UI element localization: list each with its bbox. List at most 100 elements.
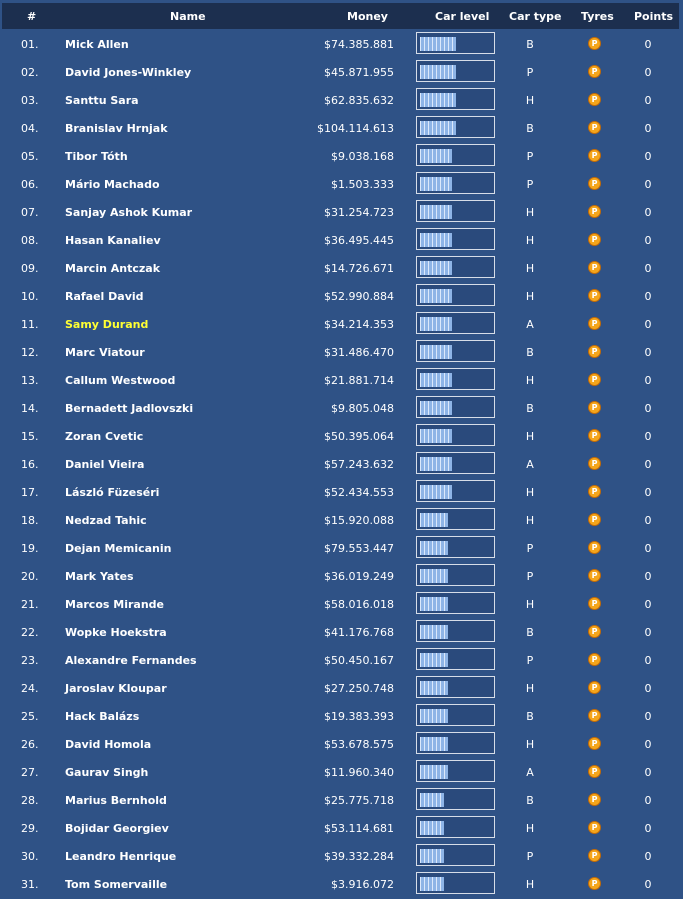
driver-money: $52.434.553: [324, 486, 394, 499]
driver-name-link[interactable]: Mark Yates: [65, 570, 134, 583]
car-type: H: [525, 430, 535, 443]
driver-points: 0: [644, 794, 652, 807]
driver-name-link[interactable]: David Homola: [65, 738, 151, 751]
header-car-type: Car type: [509, 10, 562, 23]
driver-name-link[interactable]: Hasan Kanaliev: [65, 234, 161, 247]
table-row: 25. Hack Balázs $19.383.393 B P 0: [0, 702, 683, 730]
driver-name-link[interactable]: Dejan Memicanin: [65, 542, 171, 555]
driver-points: 0: [644, 374, 652, 387]
car-level-bar: [448, 233, 452, 247]
tyre-icon: P: [588, 569, 601, 582]
driver-name-link[interactable]: Bernadett Jadlovszki: [65, 402, 193, 415]
driver-name-link[interactable]: Marcos Mirande: [65, 598, 164, 611]
driver-name-link[interactable]: Nedzad Tahic: [65, 514, 147, 527]
tyre-icon: P: [588, 233, 601, 246]
car-type: A: [526, 766, 534, 779]
driver-name-link[interactable]: Sanjay Ashok Kumar: [65, 206, 192, 219]
tyre-icon: P: [588, 149, 601, 162]
driver-name-link[interactable]: Tom Somervaille: [65, 878, 167, 891]
driver-name-link[interactable]: David Jones-Winkley: [65, 66, 191, 79]
driver-name-link[interactable]: Marc Viatour: [65, 346, 145, 359]
car-level-bar: [452, 121, 456, 135]
row-position: 01.: [21, 38, 39, 51]
table-row: 16. Daniel Vieira $57.243.632 A P 0: [0, 450, 683, 478]
car-level-meter: [416, 424, 495, 446]
driver-name-link[interactable]: Branislav Hrnjak: [65, 122, 168, 135]
car-level-meter: [416, 788, 495, 810]
driver-name-link[interactable]: Mick Allen: [65, 38, 129, 51]
driver-money: $36.495.445: [324, 234, 394, 247]
standings-page: # Name Money Car level Car type Tyres Po…: [0, 0, 683, 899]
car-type: P: [526, 850, 534, 863]
car-type: H: [525, 598, 535, 611]
driver-name-link[interactable]: Bojidar Georgiev: [65, 822, 169, 835]
driver-money: $31.254.723: [324, 206, 394, 219]
row-position: 04.: [21, 122, 39, 135]
driver-name-link[interactable]: Samy Durand: [65, 318, 148, 331]
table-row: 29. Bojidar Georgiev $53.114.681 H P 0: [0, 814, 683, 842]
tyre-icon: P: [588, 597, 601, 610]
driver-money: $104.114.613: [317, 122, 394, 135]
driver-name-link[interactable]: Marius Bernhold: [65, 794, 167, 807]
driver-money: $62.835.632: [324, 94, 394, 107]
driver-name-link[interactable]: Marcin Antczak: [65, 262, 160, 275]
tyre-icon: P: [588, 541, 601, 554]
table-row: 17. László Füzeséri $52.434.553 H P 0: [0, 478, 683, 506]
table-row: 09. Marcin Antczak $14.726.671 H P 0: [0, 254, 683, 282]
tyre-icon: P: [588, 709, 601, 722]
driver-points: 0: [644, 514, 652, 527]
table-row: 13. Callum Westwood $21.881.714 H P 0: [0, 366, 683, 394]
driver-points: 0: [644, 94, 652, 107]
car-level-bar: [448, 261, 452, 275]
tyre-icon: P: [588, 625, 601, 638]
tyre-icon: P: [588, 485, 601, 498]
driver-name-link[interactable]: Tibor Tóth: [65, 150, 128, 163]
row-position: 02.: [21, 66, 39, 79]
driver-money: $11.960.340: [324, 766, 394, 779]
driver-points: 0: [644, 346, 652, 359]
driver-money: $31.486.470: [324, 346, 394, 359]
driver-name-link[interactable]: Jaroslav Kloupar: [65, 682, 167, 695]
driver-money: $9.038.168: [331, 150, 394, 163]
table-row: 31. Tom Somervaille $3.916.072 H P 0: [0, 870, 683, 898]
table-row: 28. Marius Bernhold $25.775.718 B P 0: [0, 786, 683, 814]
driver-name-link[interactable]: Gaurav Singh: [65, 766, 148, 779]
tyre-icon: P: [588, 765, 601, 778]
car-level-bar: [444, 625, 448, 639]
car-level-bar: [444, 737, 448, 751]
driver-points: 0: [644, 234, 652, 247]
car-level-meter: [416, 704, 495, 726]
car-level-meter: [416, 172, 495, 194]
driver-name-link[interactable]: Callum Westwood: [65, 374, 175, 387]
car-type: A: [526, 458, 534, 471]
car-level-meter: [416, 592, 495, 614]
row-position: 26.: [21, 738, 39, 751]
driver-money: $52.990.884: [324, 290, 394, 303]
driver-money: $41.176.768: [324, 626, 394, 639]
driver-name-link[interactable]: Leandro Henrique: [65, 850, 176, 863]
driver-money: $39.332.284: [324, 850, 394, 863]
driver-name-link[interactable]: Hack Balázs: [65, 710, 139, 723]
driver-points: 0: [644, 458, 652, 471]
driver-money: $74.385.881: [324, 38, 394, 51]
driver-name-link[interactable]: Santtu Sara: [65, 94, 139, 107]
car-type: H: [525, 878, 535, 891]
driver-name-link[interactable]: Alexandre Fernandes: [65, 654, 197, 667]
table-row: 01. Mick Allen $74.385.881 B P 0: [0, 30, 683, 58]
car-level-bar: [448, 485, 452, 499]
driver-name-link[interactable]: Rafael David: [65, 290, 144, 303]
driver-name-link[interactable]: Zoran Cvetic: [65, 430, 143, 443]
table-row: 08. Hasan Kanaliev $36.495.445 H P 0: [0, 226, 683, 254]
driver-name-link[interactable]: Wopke Hoekstra: [65, 626, 167, 639]
car-level-meter: [416, 816, 495, 838]
car-type: P: [526, 542, 534, 555]
driver-name-link[interactable]: Mário Machado: [65, 178, 160, 191]
header-tyres: Tyres: [581, 10, 614, 23]
driver-name-link[interactable]: Daniel Vieira: [65, 458, 144, 471]
row-position: 18.: [21, 514, 39, 527]
car-level-meter: [416, 32, 495, 54]
car-level-bar: [452, 65, 456, 79]
car-type: H: [525, 290, 535, 303]
table-row: 03. Santtu Sara $62.835.632 H P 0: [0, 86, 683, 114]
driver-name-link[interactable]: László Füzeséri: [65, 486, 159, 499]
